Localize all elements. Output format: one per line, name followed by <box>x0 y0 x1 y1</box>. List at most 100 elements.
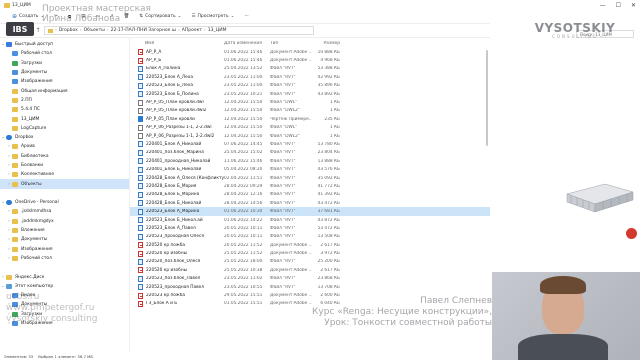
close-button[interactable]: ✕ <box>631 2 636 9</box>
file-row[interactable]: АР_Р_06_Разрезы 1-1, 2-2.dwl 12.04.2022 1… <box>130 124 490 132</box>
file-row[interactable]: 220523_Хоз.блок_Павел 23.05.2022 11:02 Фай… <box>130 275 490 283</box>
breadcrumb-item[interactable]: Dropbox <box>59 28 78 33</box>
app-logo-icon <box>626 228 637 239</box>
breadcrumb-item[interactable]: АПроект <box>182 28 202 33</box>
file-icon <box>138 133 143 140</box>
sidebar-item[interactable]: › Яндекс.Диск <box>0 272 129 281</box>
sidebar-item[interactable]: 2.ПП <box>0 96 129 105</box>
file-row[interactable]: 220520 кр изобны 25.05.2022 11:52 Документ… <box>130 249 490 257</box>
file-row[interactable]: 220428_Блок Б_Николай 28.04.2022 14:56 Фай… <box>130 199 490 207</box>
sidebar-item[interactable]: › Документы <box>0 235 129 244</box>
breadcrumb-item[interactable]: Объекты <box>84 28 105 33</box>
file-row[interactable]: 220428_Блок Б_Марина 28.04.2022 12:16 Файл… <box>130 191 490 199</box>
file-name: АР_Р_Б <box>146 58 162 64</box>
file-row[interactable]: 220401_проходная_Николай 11.06.2022 15:46… <box>130 157 490 165</box>
rvt-file-icon <box>138 149 143 156</box>
file-size: 43 576 КБ <box>317 167 340 173</box>
file-row[interactable]: 220401_Хоз.блок_Марина 25.04.2022 15:02 Фа… <box>130 149 490 157</box>
view-button[interactable]: ☰ Просмотреть ⌄ <box>191 14 234 19</box>
file-row[interactable]: 220428_Блок А_Олеся (Конфликтующ...02.04… <box>130 174 490 182</box>
file-row[interactable]: 220523_Блок А_Леха 23.05.2022 11:00 Файл "… <box>130 73 490 81</box>
sidebar-item[interactable]: › Архив <box>0 142 129 151</box>
file-row[interactable]: АР_Р_05_План кровли 12.04.2022 15:50 Черте… <box>130 115 490 123</box>
sidebar-item[interactable]: › Изображения <box>0 245 129 254</box>
new-button[interactable]: ⊕ Создать ⌄ <box>12 13 44 20</box>
file-row[interactable]: 220520 кр изобны 25.05.2022 10:38 Документ… <box>130 266 490 274</box>
sidebar-item-label: Яндекс.Диск <box>15 274 45 280</box>
rvt-file-icon <box>138 82 143 89</box>
file-date: 07.06.2022 14:45 <box>224 141 263 147</box>
file-date: 28.04.2022 09:29 <box>224 183 263 189</box>
rvt-file-icon <box>138 233 143 240</box>
sidebar-item[interactable]: › .joddmkmgdyx <box>0 217 129 226</box>
file-size: 53 388 КБ <box>317 66 340 72</box>
sidebar-item[interactable]: › Болванки <box>0 161 129 170</box>
file-row[interactable]: 220401_Блок А_Николай 07.06.2022 14:45 Фай… <box>130 140 490 148</box>
sidebar-item[interactable]: › Коллективное <box>0 170 129 179</box>
sidebar-item[interactable]: › .jsdslmmdhsa <box>0 207 129 216</box>
more-button[interactable]: ··· <box>244 14 248 19</box>
sidebar-item[interactable]: 5.4.4 ПС <box>0 105 129 114</box>
file-type: Файл "DWL2" <box>270 133 300 139</box>
file-date: 25.05.2022 18:00 <box>224 259 263 265</box>
column-header-date[interactable]: Дата изменения <box>224 41 270 46</box>
sidebar-item[interactable]: LogCapture <box>0 124 129 133</box>
folder-icon <box>12 218 18 224</box>
sidebar-item[interactable]: › Библиотека <box>0 152 129 161</box>
sidebar-item-label: Загрузки <box>21 60 43 66</box>
file-row[interactable]: 220523_Блок Б_Никол.ай 01.06.2022 14:22 Фа… <box>130 216 490 224</box>
file-row[interactable]: Блок А_Полина 25.04.2022 13:52 Файл "RVT" 5… <box>130 65 490 73</box>
file-icon <box>138 107 143 114</box>
chevron-right-icon: › <box>106 28 109 33</box>
sidebar-item[interactable]: Общая информация <box>0 86 129 95</box>
file-name: 220401_проходная_Николай <box>146 158 211 164</box>
file-row[interactable]: 220520_Хоз.блок_Олеся 25.05.2022 18:00 Фай… <box>130 258 490 266</box>
file-row[interactable]: 220523_Блок Б_Полина 23.05.2022 10:21 Файл… <box>130 90 490 98</box>
file-type: Файл "RVT" <box>270 183 296 189</box>
sidebar-item[interactable]: ⌄ Dropbox <box>0 133 129 142</box>
sidebar-item[interactable]: ⌄ OneDrive - Personal <box>0 198 129 207</box>
maximize-button[interactable]: ☐ <box>616 2 621 9</box>
minimize-button[interactable]: — <box>600 2 606 9</box>
file-row[interactable]: АР_Р_А 01.06.2022 15:46 Документ Adobe ...… <box>130 48 490 56</box>
file-size: 42 992 КБ <box>317 74 340 80</box>
file-size: 35 092 КБ <box>317 175 340 181</box>
sidebar-item[interactable]: › Вложения <box>0 226 129 235</box>
file-row[interactable]: АР_Р_05_План кровли.dwl2 12.04.2022 15:50… <box>130 107 490 115</box>
file-row[interactable]: 220401_Блок Б_Николай 05.04.2022 08:20 Фай… <box>130 165 490 173</box>
sidebar-item[interactable]: ⌄ Быстрый доступ <box>0 40 129 49</box>
sidebar-item[interactable]: Рабочий стол <box>0 49 129 58</box>
sidebar-item[interactable]: › Объекты <box>0 179 129 189</box>
file-row[interactable]: АР_Р_05_План кровли.dwl 12.04.2022 15:50 Ф… <box>130 98 490 106</box>
up-button[interactable]: ↑ <box>34 27 42 34</box>
breadcrumb[interactable]: › Dropbox › Объекты › 22-17-ПАЛ-ПНИ Заго… <box>44 26 314 35</box>
new-button-label: Создать <box>19 14 39 19</box>
sidebar-item[interactable]: › Рабочий стол <box>0 254 129 263</box>
file-size: 1 КБ <box>329 125 340 131</box>
column-header-name[interactable]: Имя <box>136 41 224 46</box>
column-header-size[interactable]: Размер <box>312 41 340 46</box>
file-row[interactable]: 220523_проходная Олеся 20.05.2022 10:11 Фа… <box>130 233 490 241</box>
file-row[interactable]: АР_Р_06_Разрезы 1-1, 2-2.dwl2 12.04.2022 … <box>130 132 490 140</box>
file-row[interactable]: 220523_Блок А_Марина 01.06.2022 10:30 Файл… <box>130 207 490 216</box>
file-row[interactable]: 220523_проходная Павел 23.05.2022 10:55 Фа… <box>130 283 490 291</box>
scrollbar[interactable] <box>486 50 488 146</box>
column-header-type[interactable]: Тип <box>270 41 312 46</box>
sidebar-item[interactable]: 13_ЦИМ <box>0 114 129 123</box>
file-row[interactable]: 220428_Блок Б_Мария 28.04.2022 09:29 Файл … <box>130 182 490 190</box>
sidebar-item[interactable]: ⌄ Этот компьютер <box>0 282 129 291</box>
sidebar-item[interactable]: Загрузки <box>0 59 129 68</box>
sidebar-item[interactable]: Документы <box>0 68 129 77</box>
folder-icon <box>12 246 18 252</box>
breadcrumb-item[interactable]: 13_ЦИМ <box>208 28 227 33</box>
file-row[interactable]: 220523_Блок Б_Леха 23.05.2022 11:00 Файл "… <box>130 82 490 90</box>
images-icon <box>12 79 18 85</box>
breadcrumb-item[interactable]: 22-17-ПАЛ-ПНИ Загорное ш <box>111 28 176 33</box>
sidebar-item[interactable]: Изображения <box>0 77 129 86</box>
file-row[interactable]: 220520 кр пожба 20.05.2022 11:52 Документ … <box>130 241 490 249</box>
file-date: 25.05.2022 10:38 <box>224 267 263 273</box>
sidebar-item-label: 2.ПП <box>21 97 32 103</box>
file-row[interactable]: АР_Р_Б 01.06.2022 15:46 Документ Adobe ...… <box>130 56 490 64</box>
file-row[interactable]: 220523_Блок А_Павел 20.05.2022 10:11 Файл … <box>130 224 490 232</box>
